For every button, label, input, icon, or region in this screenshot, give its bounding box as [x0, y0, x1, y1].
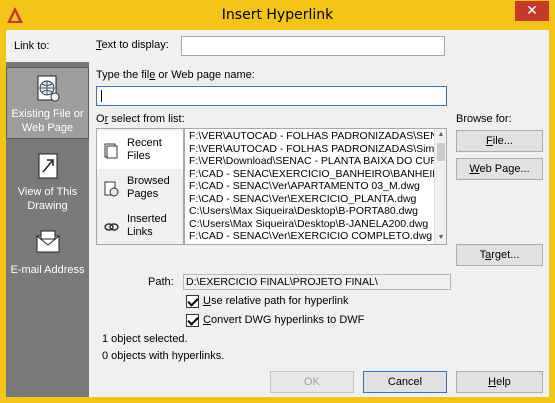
tab-recent-label-1: Recent [127, 137, 162, 149]
convert-dwg-label: Convert DWG hyperlinks to DWF [203, 314, 365, 326]
link-existing-file[interactable]: Existing File or Web Page [6, 67, 89, 139]
link-view-label-1: View of This [17, 186, 78, 198]
select-from-list-label: Or select from list: [96, 113, 185, 125]
help-button[interactable]: Help [456, 371, 543, 393]
link-view-of-drawing[interactable]: View of This Drawing [6, 146, 89, 218]
list-item[interactable]: C:\Users\Max Siqueira\Desktop\B-PORTA80.… [189, 205, 435, 217]
relative-path-checkbox[interactable] [186, 295, 199, 308]
list-item[interactable]: F:\VER\Download\SENAC - PLANTA BAIXA DO … [189, 155, 435, 167]
link-existing-label-2: Web Page [21, 122, 74, 134]
list-scrollbar[interactable]: ▲ ▼ [434, 129, 446, 244]
globe-file-icon [37, 75, 59, 102]
link-email-address[interactable]: E-mail Address [6, 224, 89, 284]
list-item[interactable]: F:\CAD - SENAC\Ver\EXERCICIO_PLANTA.dwg [189, 193, 435, 205]
link-view-label-2: Drawing [27, 200, 68, 212]
recent-files-icon [104, 143, 118, 159]
text-to-display-input[interactable] [181, 36, 445, 56]
convert-dwg-checkbox[interactable] [186, 314, 199, 327]
inserted-links-icon [104, 223, 119, 231]
tab-recent-files[interactable]: Recent Files [97, 131, 183, 169]
tab-inserted-label-1: Inserted [127, 213, 167, 225]
text-caret [101, 90, 102, 102]
path-value: D:\EXERCICIO FINAL\PROJETO FINAL\ [183, 274, 451, 290]
scroll-up-icon[interactable]: ▲ [435, 129, 446, 141]
list-item[interactable]: F:\VER\AUTOCAD - FOLHAS PADRONIZADAS\Sim… [189, 143, 435, 155]
relative-path-label: Use relative path for hyperlink [203, 295, 349, 307]
tab-browsed-label-1: Browsed [127, 175, 170, 187]
browsed-pages-icon [104, 181, 119, 197]
text-to-display-label: Text to display: [96, 39, 169, 51]
link-existing-label-1: Existing File or [11, 108, 84, 120]
link-to-sidebar: Existing File or Web Page View of This D… [6, 62, 89, 397]
file-name-input[interactable] [96, 86, 447, 106]
title-bar[interactable]: Insert Hyperlink ✕ [0, 0, 555, 30]
objects-selected-status: 1 object selected. [102, 333, 188, 345]
tab-browsed-label-2: Pages [127, 188, 159, 200]
scroll-thumb[interactable] [437, 143, 445, 161]
browse-web-page-button[interactable]: Web Page... [456, 158, 543, 180]
dialog-client: Link to: Existing File or Web Page View … [6, 30, 549, 397]
objects-with-links-status: 0 objects with hyperlinks. [102, 350, 225, 362]
list-item[interactable]: F:\CAD - SENAC\Ver\APARTAMENTO 03_M.dwg [189, 180, 435, 192]
list-item[interactable]: F:\CAD - SENAC\EXERCICIO_BANHEIRO\BANHEI… [189, 168, 435, 180]
insert-hyperlink-dialog: Insert Hyperlink ✕ Link to: Existing Fil… [0, 0, 555, 403]
dialog-title: Insert Hyperlink [221, 7, 334, 23]
list-source-tabs: Recent Files Browsed Pages Inserted Links [96, 128, 184, 245]
scroll-down-icon[interactable]: ▼ [435, 232, 446, 244]
target-button[interactable]: Target... [456, 244, 543, 266]
close-button[interactable]: ✕ [515, 1, 549, 21]
drawing-view-icon [38, 153, 57, 179]
list-item[interactable]: F:\VER\AUTOCAD - FOLHAS PADRONIZADAS\SEN… [189, 130, 435, 142]
recent-files-list[interactable]: F:\VER\AUTOCAD - FOLHAS PADRONIZADAS\SEN… [184, 128, 447, 245]
list-item[interactable]: C:\Users\Max Siqueira\Desktop\B-JANELA20… [189, 218, 435, 230]
link-email-label: E-mail Address [10, 264, 85, 276]
file-name-label: Type the file or Web page name: [96, 69, 255, 81]
browse-file-button[interactable]: File... [456, 130, 543, 152]
cancel-button[interactable]: Cancel [363, 371, 447, 393]
tab-inserted-label-2: Links [127, 226, 153, 238]
browse-for-label: Browse for: [456, 113, 512, 125]
tab-browsed-pages[interactable]: Browsed Pages [97, 169, 183, 207]
link-to-label: Link to: [14, 40, 50, 52]
path-label: Path: [148, 276, 174, 288]
list-item[interactable]: F:\CAD - SENAC\Ver\EXERCICIO COMPLETO.dw… [189, 230, 435, 242]
envelope-icon [36, 230, 59, 253]
tab-inserted-links[interactable]: Inserted Links [97, 207, 183, 245]
ok-button[interactable]: OK [270, 371, 354, 393]
tab-recent-label-2: Files [127, 150, 151, 162]
